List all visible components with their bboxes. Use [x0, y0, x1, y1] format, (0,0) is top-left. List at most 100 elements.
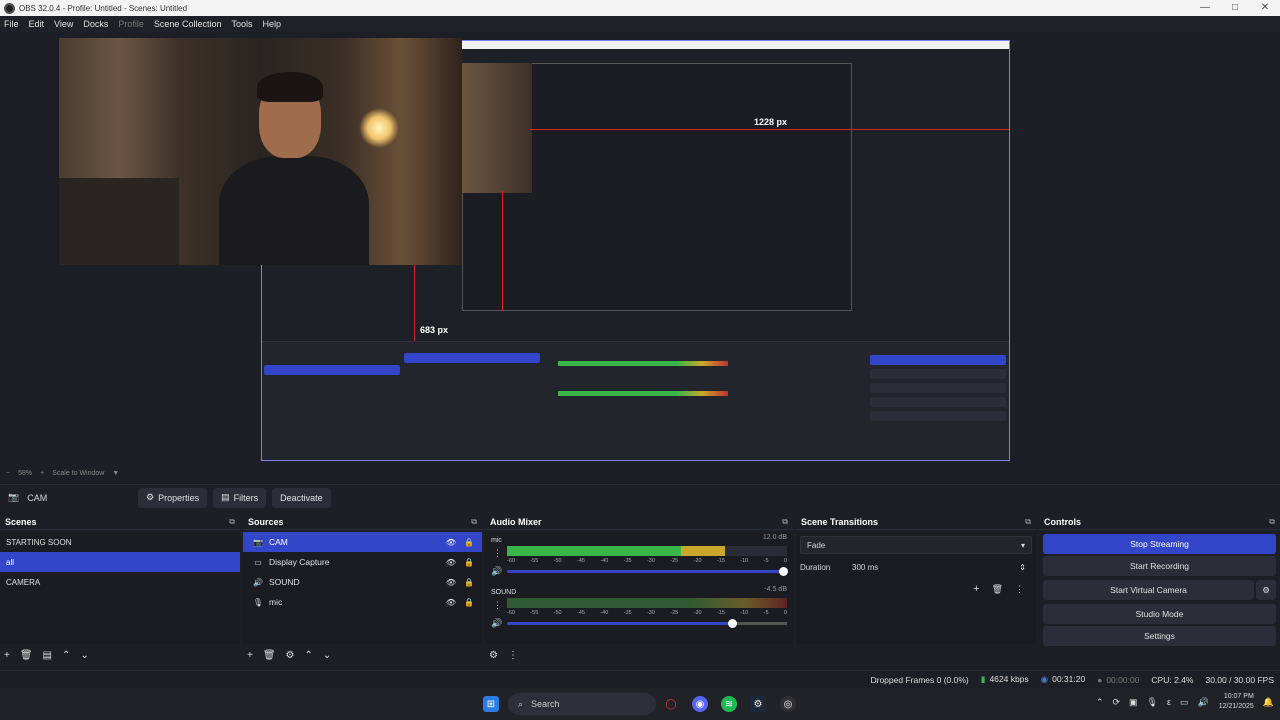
- controller-icon[interactable]: ▣: [1129, 697, 1138, 708]
- lock-icon[interactable]: 🔒: [464, 558, 474, 567]
- steam-icon[interactable]: ⚙: [750, 696, 766, 712]
- taskbar-clock[interactable]: 10:07 PM 12/21/2025: [1219, 692, 1254, 712]
- maximize-button[interactable]: □: [1220, 0, 1250, 16]
- settings-button[interactable]: Settings: [1043, 626, 1276, 646]
- preview-canvas[interactable]: 1228 px 683 px: [0, 32, 1280, 468]
- measure-guide-h: [530, 129, 1009, 130]
- trash-icon[interactable]: 🗑: [263, 650, 276, 661]
- lock-icon[interactable]: 🔒: [464, 578, 474, 587]
- discord-icon[interactable]: ◉: [692, 696, 708, 712]
- add-scene-icon[interactable]: +: [4, 650, 10, 661]
- tick: -35: [623, 610, 632, 616]
- mixer-menu-icon[interactable]: ⋮: [508, 650, 518, 661]
- lock-icon[interactable]: 🔒: [464, 538, 474, 547]
- move-down-icon[interactable]: ⌄: [80, 650, 88, 661]
- undock-icon[interactable]: ⧉: [782, 517, 788, 527]
- chevron-down-icon: ▾: [1020, 540, 1025, 550]
- visibility-eye-icon[interactable]: 👁: [446, 558, 456, 567]
- menu-edit[interactable]: Edit: [29, 19, 45, 29]
- menu-profile[interactable]: Profile: [118, 19, 144, 29]
- zoom-in-button[interactable]: +: [40, 470, 44, 477]
- visibility-eye-icon[interactable]: 👁: [446, 578, 456, 587]
- source-item-sound[interactable]: 🔊 SOUND 👁 🔒: [243, 572, 482, 592]
- start-virtual-camera-button[interactable]: Start Virtual Camera: [1043, 580, 1254, 600]
- trash-icon[interactable]: 🗑: [992, 584, 1003, 595]
- move-down-icon[interactable]: ⌄: [323, 650, 331, 661]
- visibility-eye-icon[interactable]: 👁: [446, 598, 456, 607]
- lock-icon[interactable]: 🔒: [464, 598, 474, 607]
- duration-label: Duration: [800, 562, 831, 572]
- minimize-button[interactable]: —: [1190, 0, 1220, 16]
- source-item-mic[interactable]: 🎙 mic 👁 🔒: [243, 592, 482, 612]
- channel-menu-icon[interactable]: ⋮: [493, 548, 502, 559]
- tray-overflow-icon[interactable]: ⌃: [1096, 697, 1104, 708]
- deactivate-button[interactable]: Deactivate: [272, 487, 331, 508]
- close-button[interactable]: ✕: [1250, 0, 1280, 16]
- camera-icon: 📷: [253, 537, 263, 547]
- start-recording-button[interactable]: Start Recording: [1043, 556, 1276, 576]
- speaker-icon[interactable]: 🔊: [491, 566, 502, 577]
- start-windows-icon[interactable]: ⊞: [483, 696, 499, 712]
- menu-tools[interactable]: Tools: [231, 19, 252, 29]
- speaker-icon[interactable]: 🔊: [491, 618, 502, 629]
- menu-help[interactable]: Help: [262, 19, 281, 29]
- scene-item-all[interactable]: all: [0, 552, 240, 572]
- signal-bars-icon: ▮: [980, 674, 986, 684]
- channel-menu-icon[interactable]: ⋮: [493, 600, 502, 611]
- spin-arrows-icon[interactable]: ⇕: [1019, 563, 1026, 572]
- advanced-audio-icon[interactable]: ⚙: [489, 650, 498, 661]
- virtual-camera-settings-button[interactable]: ⚙: [1256, 580, 1276, 600]
- mixer-channels: mic 12.0 dB ⋮ -60 -55 -50 -45 -40 -35 -30 -25 -2…: [485, 532, 793, 644]
- zoom-out-button[interactable]: −: [6, 470, 10, 477]
- filter-icon: ▤: [221, 492, 230, 502]
- gear-icon[interactable]: ⚙: [286, 650, 295, 661]
- menu-docks[interactable]: Docks: [83, 19, 108, 29]
- slider-knob[interactable]: [728, 619, 738, 628]
- undock-icon[interactable]: ⧉: [229, 517, 235, 527]
- duration-spinbox[interactable]: 300 ms ⇕: [846, 558, 1032, 576]
- chevron-down-icon[interactable]: ▼: [112, 470, 119, 477]
- properties-button[interactable]: ⚙ Properties: [138, 487, 208, 508]
- scale-mode-select[interactable]: Scale to Window: [52, 470, 104, 477]
- spotify-icon[interactable]: ≋: [721, 696, 737, 712]
- scene-item-camera[interactable]: CAMERA: [0, 572, 240, 592]
- controls-dock: Controls ⧉ Stop Streaming Start Recordin…: [1039, 514, 1280, 666]
- undock-icon[interactable]: ⧉: [1025, 517, 1031, 527]
- add-transition-icon[interactable]: +: [973, 583, 979, 595]
- scene-item-starting-soon[interactable]: STARTING SOON: [0, 532, 240, 552]
- menu-scene-collection[interactable]: Scene Collection: [154, 19, 222, 29]
- volume-icon[interactable]: 🔊: [1198, 697, 1209, 708]
- source-item-display-capture[interactable]: ▭ Display Capture 👁 🔒: [243, 552, 482, 572]
- slider-knob[interactable]: [778, 567, 788, 576]
- opera-icon[interactable]: ◯: [663, 696, 679, 712]
- source-item-cam[interactable]: 📷 CAM 👁 🔒: [243, 532, 482, 552]
- taskbar-search[interactable]: ⌕ Search: [508, 693, 656, 715]
- trash-icon[interactable]: 🗑: [20, 650, 33, 661]
- stop-streaming-button[interactable]: Stop Streaming: [1043, 534, 1276, 554]
- notification-bell-icon[interactable]: 🔔: [1263, 697, 1274, 708]
- sync-icon[interactable]: ⟳: [1112, 697, 1120, 708]
- deactivate-label: Deactivate: [280, 492, 323, 503]
- undock-icon[interactable]: ⧉: [1269, 517, 1275, 527]
- obs-taskbar-icon[interactable]: ◎: [780, 696, 796, 712]
- volume-slider-mic[interactable]: [507, 567, 788, 576]
- cam-source[interactable]: [59, 38, 462, 265]
- clock-time: 10:07 PM: [1223, 693, 1254, 700]
- add-source-icon[interactable]: +: [247, 650, 253, 661]
- filters-button[interactable]: ▤ Filters: [213, 487, 267, 508]
- transition-menu-icon[interactable]: ⋮: [1015, 584, 1024, 595]
- visibility-eye-icon[interactable]: 👁: [446, 538, 456, 547]
- keyboard-icon[interactable]: ε: [1167, 697, 1171, 707]
- network-icon[interactable]: ▭: [1180, 697, 1189, 708]
- filter-icon[interactable]: ▤: [43, 650, 52, 661]
- volume-slider-sound[interactable]: [507, 619, 787, 628]
- transition-type-select[interactable]: Fade ▾: [800, 536, 1032, 554]
- move-up-icon[interactable]: ⌃: [62, 650, 70, 661]
- menu-view[interactable]: View: [54, 19, 73, 29]
- menu-file[interactable]: File: [4, 19, 19, 29]
- undock-icon[interactable]: ⧉: [471, 517, 477, 527]
- move-up-icon[interactable]: ⌃: [305, 650, 313, 661]
- studio-mode-button[interactable]: Studio Mode: [1043, 604, 1276, 624]
- tick: -10: [740, 610, 749, 616]
- mic-tray-icon[interactable]: 🎙: [1147, 697, 1158, 708]
